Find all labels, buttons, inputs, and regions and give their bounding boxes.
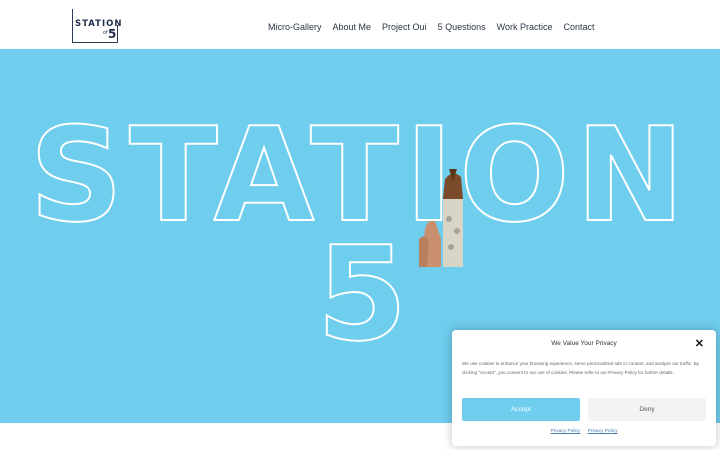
nav-item-5-questions[interactable]: 5 Questions xyxy=(438,22,486,32)
close-icon[interactable]: ✕ xyxy=(695,337,704,350)
consent-title: We Value Your Privacy xyxy=(551,340,617,347)
nav-item-micro-gallery[interactable]: Micro-Gallery xyxy=(268,22,322,32)
consent-body-text: We use cookies to enhance your browsing … xyxy=(462,361,700,375)
nav-item-project-oui[interactable]: Project Oui xyxy=(382,22,427,32)
hero-number: 5 xyxy=(317,218,407,370)
accept-button[interactable]: Accept xyxy=(462,398,580,421)
nav-item-contact[interactable]: Contact xyxy=(563,22,594,32)
main-nav: Micro-Gallery About Me Project Oui 5 Que… xyxy=(268,22,595,32)
privacy-policy-link[interactable]: Privacy Policy xyxy=(550,429,580,434)
nav-item-about-me[interactable]: About Me xyxy=(333,22,372,32)
consent-links: Privacy Policy Privacy Policy xyxy=(452,429,716,434)
cookie-consent-dialog: We Value Your Privacy ✕ We use cookies t… xyxy=(452,330,716,446)
privacy-policy-link-2[interactable]: Privacy Policy xyxy=(588,429,618,434)
nav-item-work-practice[interactable]: Work Practice xyxy=(497,22,553,32)
site-header: STATION of 5 Micro-Gallery About Me Proj… xyxy=(0,0,720,49)
deny-button[interactable]: Deny xyxy=(588,398,706,421)
logo-number[interactable]: 5 xyxy=(108,27,116,41)
